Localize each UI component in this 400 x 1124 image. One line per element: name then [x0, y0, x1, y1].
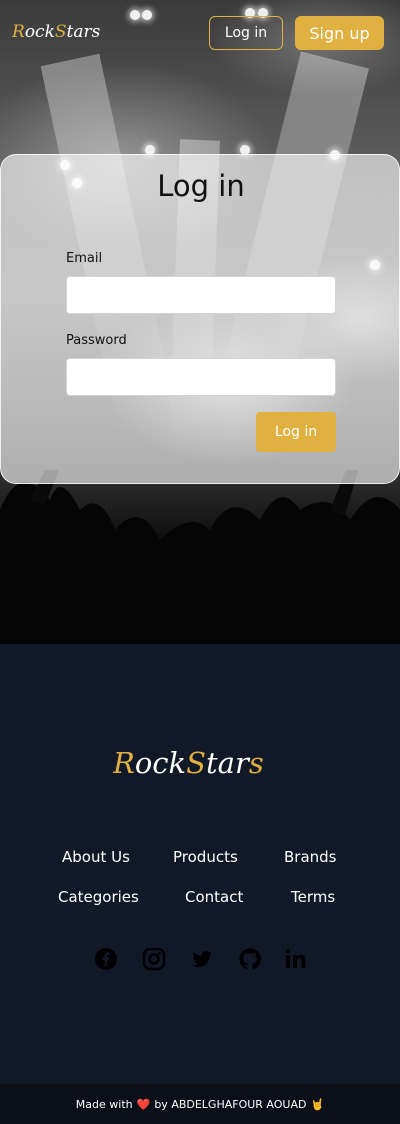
heart-icon: ❤️: [136, 1097, 151, 1111]
nav-login-button[interactable]: Log in: [209, 16, 283, 50]
made-with-text: Made with: [75, 1097, 133, 1111]
footer: RockStars About Us Products Brands Categ…: [0, 644, 400, 1084]
login-card: Log in Email Password Log in: [0, 154, 400, 484]
email-label: Email: [66, 251, 103, 266]
footer-link-products[interactable]: Products: [173, 848, 238, 866]
linkedin-icon[interactable]: [284, 947, 308, 971]
password-label: Password: [66, 333, 127, 348]
rockstars-logo[interactable]: RockStars: [12, 20, 112, 42]
nav-signup-button[interactable]: Sign up: [295, 16, 384, 50]
footer-link-categories[interactable]: Categories: [58, 888, 139, 906]
svg-text:RockStars: RockStars: [12, 22, 101, 42]
footer-rockstars-logo[interactable]: RockStars: [113, 742, 283, 782]
github-icon[interactable]: [238, 947, 262, 971]
password-field[interactable]: [66, 358, 336, 396]
hero-section: RockStars Log in Sign up Log in Email Pa…: [0, 0, 400, 644]
footer-link-about-us[interactable]: About Us: [62, 848, 130, 866]
author-credit: by ABDELGHAFOUR AOUAD: [154, 1097, 307, 1111]
email-field[interactable]: [66, 276, 336, 314]
instagram-icon[interactable]: [142, 947, 166, 971]
login-title: Log in: [157, 169, 245, 203]
twitter-icon[interactable]: [190, 947, 214, 971]
stage-light: [142, 10, 152, 20]
credits-bar: Made with ❤️ by ABDELGHAFOUR AOUAD 🤘: [0, 1084, 400, 1124]
footer-link-brands[interactable]: Brands: [284, 848, 337, 866]
svg-text:RockStars: RockStars: [113, 746, 264, 780]
rock-hand-icon: 🤘: [310, 1097, 325, 1111]
login-submit-button[interactable]: Log in: [256, 412, 336, 452]
crowd-silhouette: [0, 470, 400, 644]
facebook-icon[interactable]: [94, 947, 118, 971]
stage-light: [130, 10, 140, 20]
footer-link-terms[interactable]: Terms: [291, 888, 335, 906]
footer-link-contact[interactable]: Contact: [185, 888, 243, 906]
